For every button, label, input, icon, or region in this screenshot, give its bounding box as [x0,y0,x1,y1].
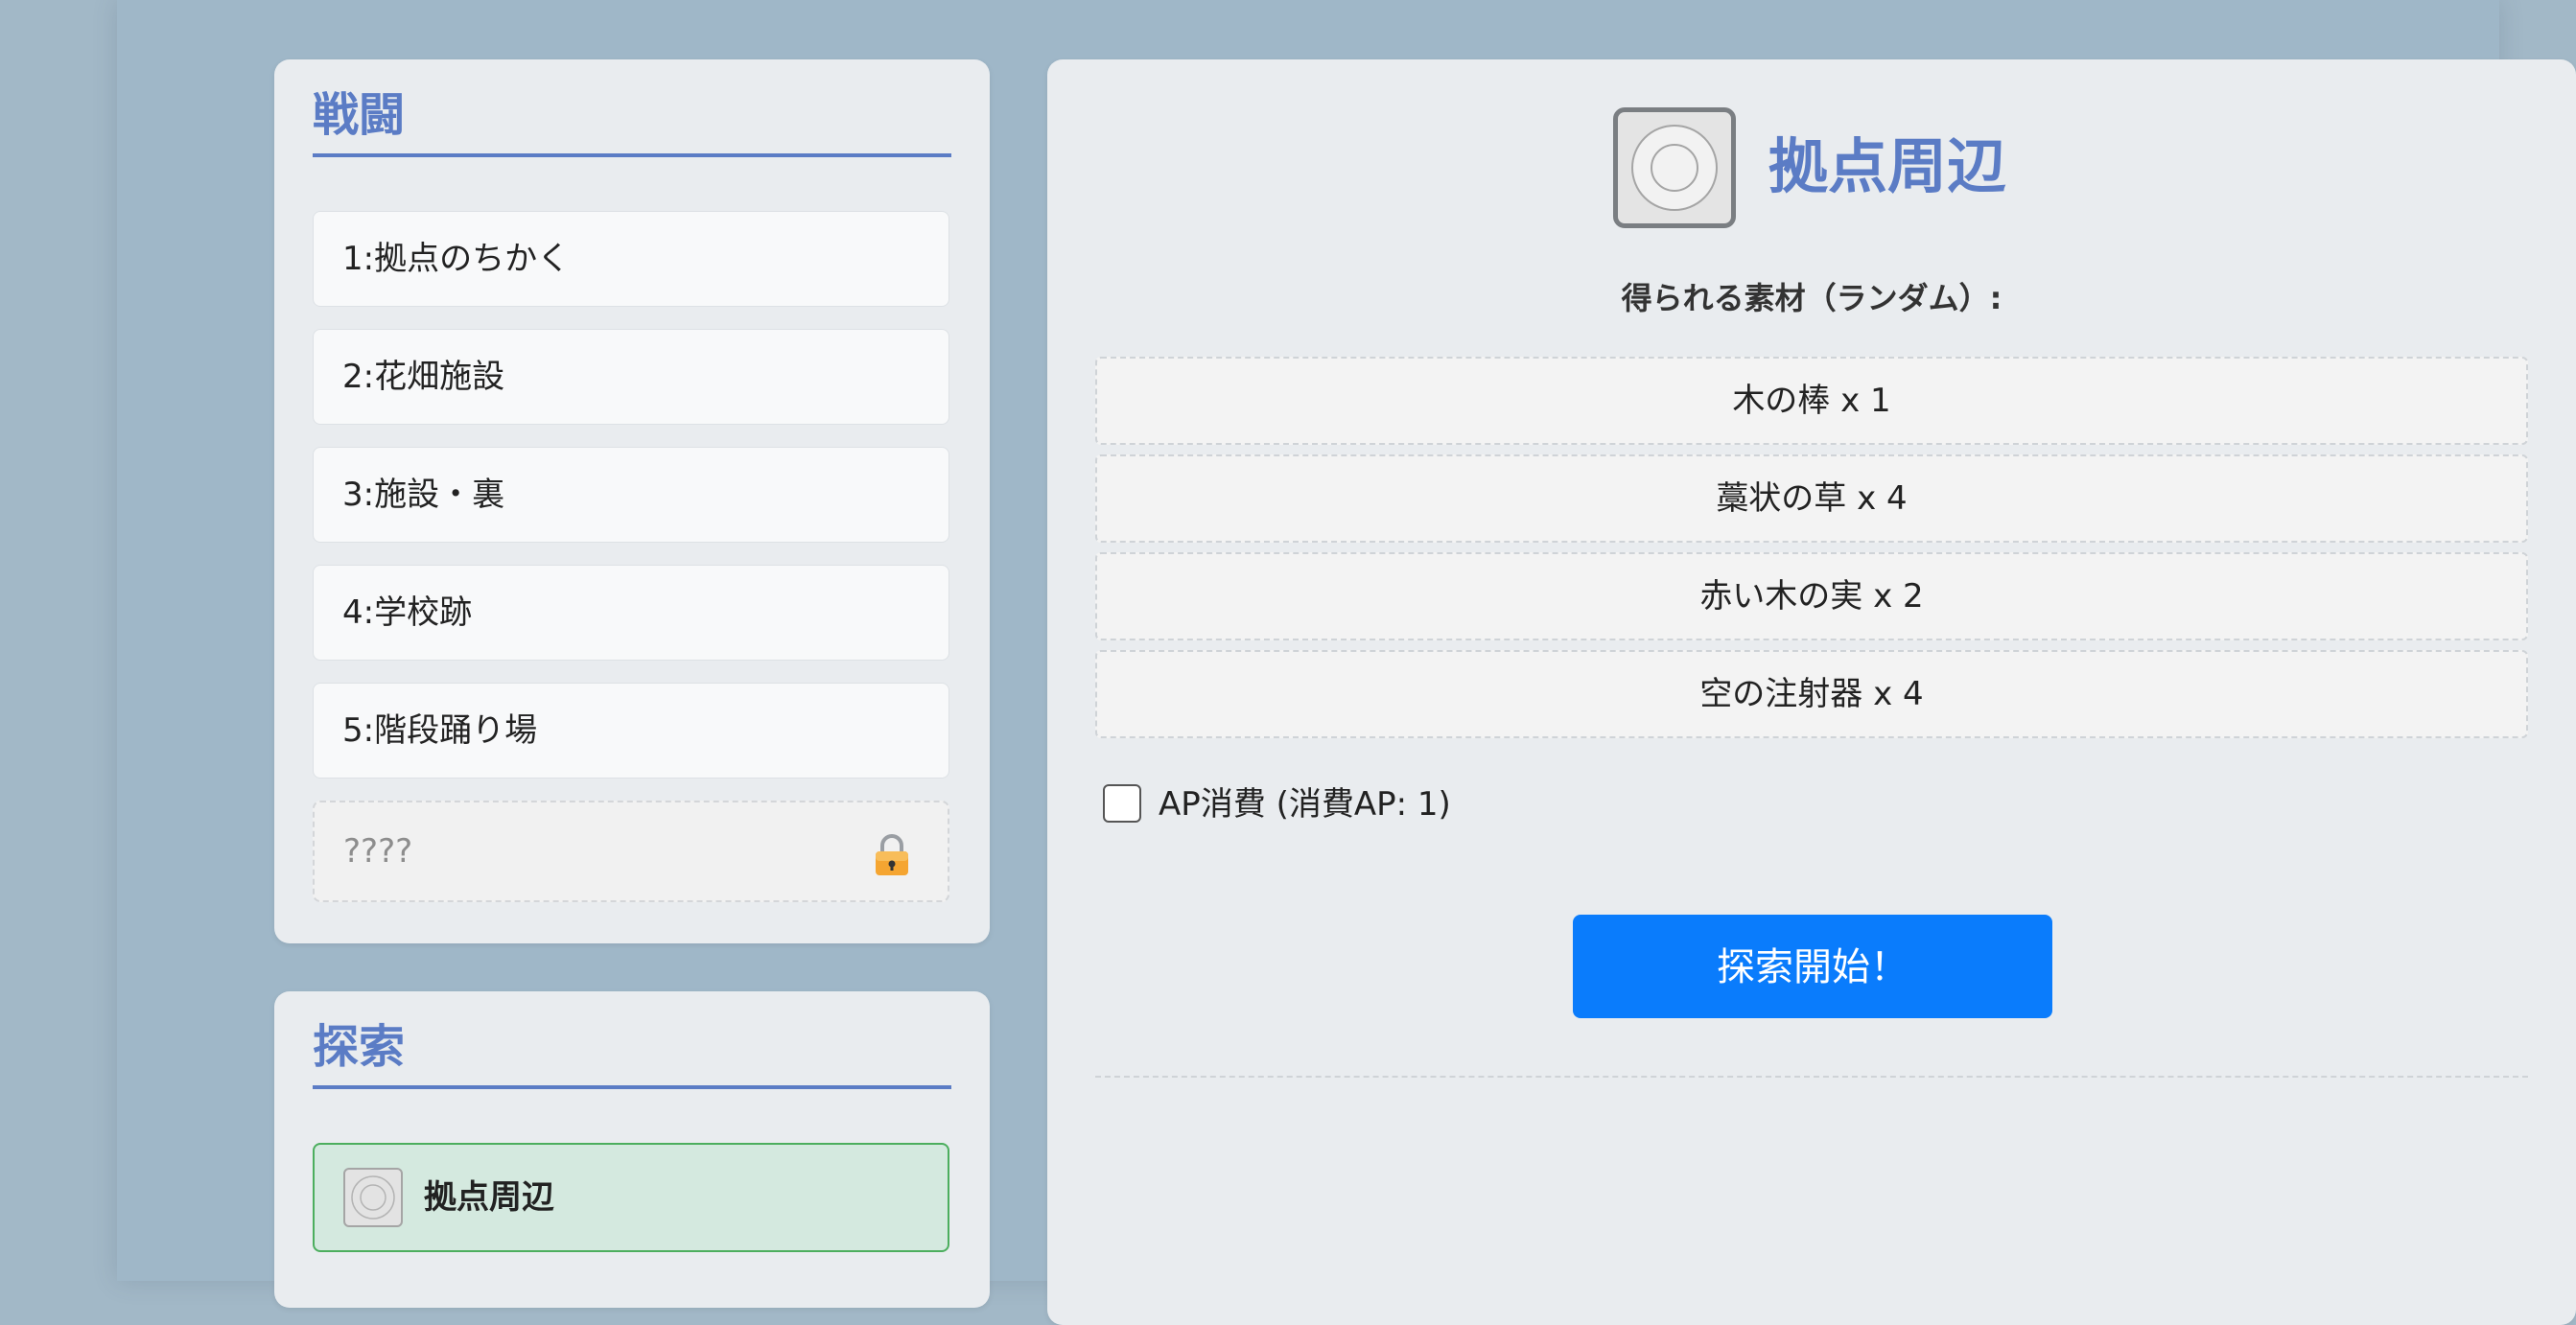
explore-section-title: 探索 [313,1018,951,1089]
explore-detail-panel: 拠点周辺 得られる素材（ランダム）: 木の棒 x 1 藁状の草 x 4 赤い木の… [1047,59,2576,1325]
materials-label: 得られる素材（ランダム）: [1621,280,2002,316]
target-icon [1613,107,1736,228]
ap-consume-label[interactable]: AP消費 (消費AP: 1) [1159,782,1451,826]
stage-item-3[interactable]: 3:施設・裏 [313,447,949,543]
battle-section-title: 戦闘 [313,86,951,157]
material-item: 空の注射器 x 4 [1095,650,2528,738]
stage-item-label: 4:学校跡 [342,593,473,632]
stage-item-5[interactable]: 5:階段踊り場 [313,683,949,779]
explore-item-label: 拠点周辺 [424,1178,554,1217]
stage-item-label: 1:拠点のちかく [342,240,571,278]
area-title: 拠点周辺 [1768,131,2007,201]
lock-icon [876,834,908,875]
ap-consume-checkbox[interactable] [1103,784,1141,823]
locked-stage-label: ???? [343,832,413,871]
page-container: 戦闘 1:拠点のちかく 2:花畑施設 3:施設・裏 4:学校跡 5:階段踊り場 … [117,0,2576,1325]
material-item: 木の棒 x 1 [1095,357,2528,445]
stage-item-label: 3:施設・裏 [342,476,505,514]
material-item: 藁状の草 x 4 [1095,454,2528,543]
stage-item-label: 2:花畑施設 [342,358,505,396]
stage-item-4[interactable]: 4:学校跡 [313,565,949,661]
stage-item-label: 5:階段踊り場 [342,711,538,750]
explore-panel: 探索 拠点周辺 [274,991,990,1308]
explore-item-selected[interactable]: 拠点周辺 [313,1143,949,1252]
divider [1095,1076,2528,1078]
battle-panel: 戦闘 1:拠点のちかく 2:花畑施設 3:施設・裏 4:学校跡 5:階段踊り場 … [274,59,990,943]
stage-item-1[interactable]: 1:拠点のちかく [313,211,949,307]
start-explore-button[interactable]: 探索開始！ [1573,915,2052,1018]
material-item: 赤い木の実 x 2 [1095,552,2528,640]
stage-item-2[interactable]: 2:花畑施設 [313,329,949,425]
target-icon [343,1168,403,1227]
stage-item-locked: ???? [313,801,949,902]
